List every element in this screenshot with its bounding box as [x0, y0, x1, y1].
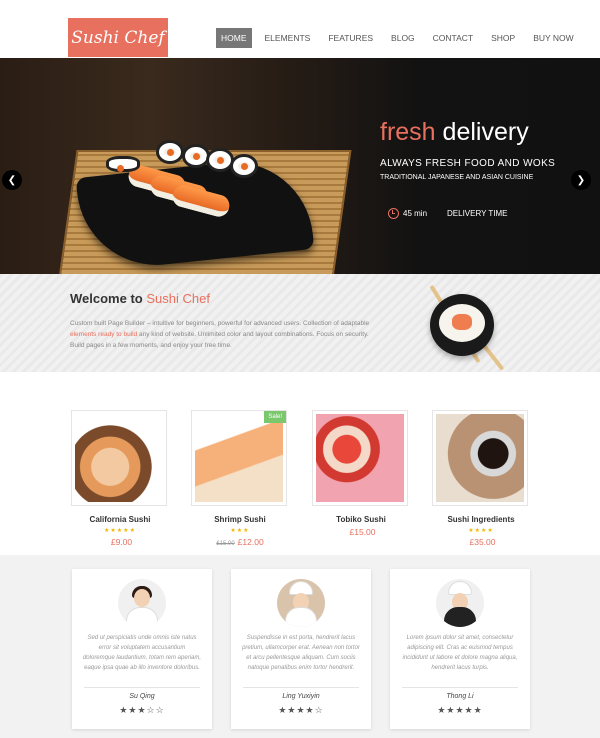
- product-name[interactable]: Sushi Ingredients: [432, 515, 530, 524]
- main-nav: HOME ELEMENTS FEATURES BLOG CONTACT SHOP…: [216, 28, 583, 48]
- product-name[interactable]: California Sushi: [71, 515, 169, 524]
- welcome-title-accent: Sushi Chef: [146, 291, 210, 306]
- sushi-roll-image: [430, 294, 494, 356]
- avatar-body: [126, 607, 158, 627]
- nav-blog[interactable]: BLOG: [382, 28, 424, 48]
- chevron-left-icon[interactable]: ❮: [2, 170, 22, 190]
- product-old-price: £15.00: [216, 541, 235, 547]
- nav-contact[interactable]: CONTACT: [424, 28, 482, 48]
- nav-elements[interactable]: ELEMENTS: [256, 28, 320, 48]
- welcome-text-link[interactable]: elements ready to build: [70, 331, 137, 338]
- testimonial-card: Suspendisse in est porta, hendrerit lacu…: [231, 569, 371, 729]
- product-name[interactable]: Tobiko Sushi: [312, 515, 410, 524]
- product-image[interactable]: [432, 410, 528, 506]
- testimonial-rating: ★★★★☆: [278, 705, 324, 715]
- avatar: [277, 579, 325, 627]
- testimonials-section: Sed ut perspiciatis unde omnis iste natu…: [0, 555, 600, 738]
- testimonial-author: Ling Yuxiyin: [282, 693, 320, 700]
- product-current-price: £35.00: [469, 537, 496, 547]
- product-card[interactable]: Sushi Ingredients ★★★★ £35.00: [432, 410, 530, 547]
- product-card[interactable]: Sale! Shrimp Sushi ★★★ £15.00 £12.00: [191, 410, 289, 547]
- product-image[interactable]: Sale!: [191, 410, 287, 506]
- testimonial-quote: Lorem ipsum dolor sit amet, consectetur …: [402, 635, 518, 671]
- sale-badge: Sale!: [264, 411, 286, 423]
- nav-buy-now[interactable]: BUY NOW: [524, 28, 582, 48]
- welcome-title: Welcome to Sushi Chef: [70, 291, 210, 306]
- product-name[interactable]: Shrimp Sushi: [191, 515, 289, 524]
- divider: [84, 687, 200, 688]
- nav-shop[interactable]: SHOP: [482, 28, 524, 48]
- avatar-body: [285, 607, 317, 627]
- clock-icon: [388, 208, 399, 219]
- product-card[interactable]: Tobiko Sushi £15.00: [312, 410, 410, 537]
- testimonial-quote: Suspendisse in est porta, hendrerit lacu…: [242, 635, 360, 671]
- delivery-time-label: DELIVERY TIME: [447, 209, 508, 218]
- hero-title: fresh delivery: [380, 118, 529, 147]
- nav-features[interactable]: FEATURES: [319, 28, 382, 48]
- product-current-price: £12.00: [237, 537, 264, 547]
- product-image[interactable]: [71, 410, 167, 506]
- avatar: [436, 579, 484, 627]
- hero-subtitle-secondary: TRADITIONAL JAPANESE AND ASIAN CUISINE: [380, 174, 534, 181]
- sushi-ingredients-image: [436, 414, 524, 502]
- product-rating: ★★★★★: [104, 528, 136, 534]
- product-image[interactable]: [312, 410, 408, 506]
- product-rating: ★★★: [230, 528, 250, 534]
- delivery-time-value: 45 min: [403, 209, 428, 218]
- welcome-title-prefix: Welcome to: [70, 291, 143, 306]
- maki-roll-image: [230, 154, 258, 178]
- product-current-price: £9.00: [110, 537, 133, 547]
- product-current-price: £15.00: [349, 527, 376, 537]
- shrimp-sushi-image: [195, 414, 283, 502]
- site-header: Sushi Chef HOME ELEMENTS FEATURES BLOG C…: [0, 0, 600, 58]
- avatar: [118, 579, 166, 627]
- california-sushi-image: [75, 414, 163, 502]
- logo[interactable]: Sushi Chef: [68, 18, 168, 57]
- product-price: £15.00: [312, 527, 410, 537]
- products-section: California Sushi ★★★★★ £9.00 Sale! Shrim…: [0, 372, 600, 555]
- welcome-text: Custom built Page Builder – intuitive fo…: [70, 318, 370, 351]
- hero-title-accent: fresh: [380, 118, 436, 146]
- welcome-section: Welcome to Sushi Chef Custom built Page …: [0, 274, 600, 372]
- hero-title-rest: delivery: [442, 118, 529, 146]
- testimonial-rating: ★★★☆☆: [119, 705, 165, 715]
- product-rating: ★★★★: [468, 528, 494, 534]
- testimonial-card: Lorem ipsum dolor sit amet, consectetur …: [390, 569, 530, 729]
- hero-subtitle: ALWAYS FRESH FOOD AND WOKS: [380, 158, 556, 169]
- hero-slider: ❮ ❯ fresh delivery ALWAYS FRESH FOOD AND…: [0, 58, 600, 274]
- welcome-text-part1: Custom built Page Builder – intuitive fo…: [70, 320, 370, 327]
- testimonial-author: Thong Li: [446, 693, 474, 700]
- divider: [402, 687, 518, 688]
- tobiko-sushi-image: [316, 414, 404, 502]
- testimonial-author: Su Qing: [129, 693, 155, 700]
- maki-roll-image: [106, 156, 140, 172]
- product-price: £15.00 £12.00: [191, 537, 289, 547]
- product-price: £35.00: [432, 537, 530, 547]
- testimonial-card: Sed ut perspiciatis unde omnis iste natu…: [72, 569, 212, 729]
- avatar-face: [134, 589, 150, 607]
- chevron-right-icon[interactable]: ❯: [571, 170, 591, 190]
- testimonial-quote: Sed ut perspiciatis unde omnis iste natu…: [82, 635, 202, 671]
- product-card[interactable]: California Sushi ★★★★★ £9.00: [71, 410, 169, 547]
- divider: [243, 687, 359, 688]
- testimonial-rating: ★★★★★: [437, 705, 483, 715]
- maki-roll-image: [156, 140, 184, 164]
- avatar-body: [444, 607, 476, 627]
- product-price: £9.00: [71, 537, 169, 547]
- nav-home[interactable]: HOME: [216, 28, 252, 48]
